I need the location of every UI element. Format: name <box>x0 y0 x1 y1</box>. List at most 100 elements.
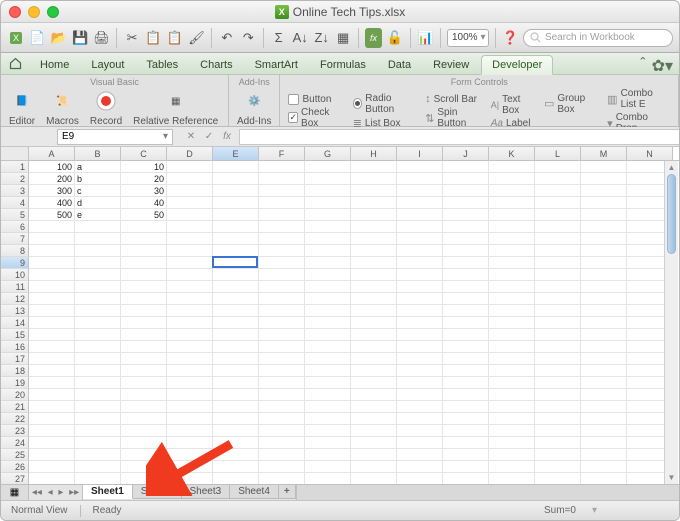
row-header-24[interactable]: 24 <box>1 437 29 449</box>
fc-check-box[interactable]: ✓Check Box <box>284 107 345 129</box>
cell[interactable] <box>397 233 443 245</box>
cell[interactable] <box>535 377 581 389</box>
cell[interactable] <box>581 377 627 389</box>
row-header-25[interactable]: 25 <box>1 449 29 461</box>
cell[interactable] <box>443 245 489 257</box>
fx-button[interactable]: fx <box>219 129 235 145</box>
cell[interactable] <box>305 305 351 317</box>
cell[interactable] <box>121 233 167 245</box>
cell[interactable] <box>535 209 581 221</box>
cell[interactable] <box>259 329 305 341</box>
cell[interactable] <box>535 281 581 293</box>
scroll-up-button[interactable]: ▲ <box>665 161 678 174</box>
cell[interactable] <box>121 257 167 269</box>
cell[interactable] <box>167 257 213 269</box>
cell[interactable] <box>259 245 305 257</box>
cell[interactable] <box>535 317 581 329</box>
cell[interactable] <box>581 293 627 305</box>
cell[interactable] <box>75 293 121 305</box>
cell[interactable] <box>581 161 627 173</box>
cell[interactable] <box>213 401 259 413</box>
cell[interactable] <box>305 437 351 449</box>
sheet-tab-sheet4[interactable]: Sheet4 <box>230 485 279 499</box>
cell[interactable] <box>489 389 535 401</box>
cell[interactable] <box>443 353 489 365</box>
cell[interactable] <box>121 461 167 473</box>
paste-button[interactable]: 📋 <box>166 28 183 48</box>
cell[interactable] <box>305 353 351 365</box>
cell[interactable] <box>351 377 397 389</box>
cell[interactable] <box>305 185 351 197</box>
spreadsheet-grid[interactable]: ABCDEFGHIJKLMN 1100a102200b203300c304400… <box>1 147 679 484</box>
cell[interactable] <box>305 221 351 233</box>
cell[interactable] <box>351 197 397 209</box>
cell[interactable] <box>121 329 167 341</box>
cell[interactable] <box>305 209 351 221</box>
cell[interactable] <box>351 293 397 305</box>
cell[interactable] <box>75 353 121 365</box>
cell[interactable] <box>167 413 213 425</box>
cell[interactable] <box>259 293 305 305</box>
cell[interactable] <box>259 449 305 461</box>
cell[interactable] <box>351 257 397 269</box>
cell[interactable] <box>29 293 75 305</box>
cell[interactable] <box>167 437 213 449</box>
row-header-20[interactable]: 20 <box>1 389 29 401</box>
cell[interactable] <box>213 293 259 305</box>
cell[interactable] <box>489 353 535 365</box>
cell[interactable] <box>443 389 489 401</box>
cell[interactable] <box>121 281 167 293</box>
cell[interactable]: 50 <box>121 209 167 221</box>
fx-insert-button[interactable]: fx <box>365 28 382 48</box>
cell[interactable] <box>259 437 305 449</box>
cell[interactable] <box>489 257 535 269</box>
cell[interactable] <box>75 221 121 233</box>
cell[interactable] <box>535 413 581 425</box>
cell[interactable] <box>397 173 443 185</box>
name-box[interactable]: E9▾ <box>57 129 173 145</box>
cell[interactable] <box>305 281 351 293</box>
cell[interactable] <box>259 377 305 389</box>
cell[interactable] <box>259 389 305 401</box>
cell[interactable] <box>397 185 443 197</box>
row-header-1[interactable]: 1 <box>1 161 29 173</box>
cell[interactable] <box>29 257 75 269</box>
row-header-5[interactable]: 5 <box>1 209 29 221</box>
cell[interactable] <box>213 353 259 365</box>
vb-macros-button[interactable]: 📜Macros <box>42 88 83 127</box>
chart-button[interactable]: 📊 <box>417 28 434 48</box>
cell[interactable] <box>581 353 627 365</box>
cell[interactable] <box>351 173 397 185</box>
cell[interactable]: 300 <box>29 185 75 197</box>
cell[interactable] <box>213 257 259 269</box>
cell[interactable] <box>443 173 489 185</box>
tab-formulas[interactable]: Formulas <box>310 56 376 74</box>
sheet-view-toggle[interactable]: ▦ <box>1 485 29 500</box>
cell[interactable] <box>305 329 351 341</box>
vb-relative-reference-button[interactable]: ▦Relative Reference <box>129 88 222 127</box>
cell[interactable] <box>167 221 213 233</box>
ribbon-options-icon[interactable]: ✿▾ <box>652 56 673 76</box>
cell[interactable] <box>259 461 305 473</box>
cell[interactable] <box>351 209 397 221</box>
cell[interactable] <box>213 329 259 341</box>
cell[interactable] <box>581 245 627 257</box>
cell[interactable] <box>121 437 167 449</box>
ribbon-collapse-icon[interactable]: ˆ <box>640 56 645 76</box>
cell[interactable] <box>259 209 305 221</box>
cell[interactable] <box>121 305 167 317</box>
cell[interactable]: b <box>75 173 121 185</box>
cell[interactable] <box>535 293 581 305</box>
cell[interactable] <box>213 221 259 233</box>
row-header-16[interactable]: 16 <box>1 341 29 353</box>
cell[interactable] <box>259 401 305 413</box>
cell[interactable] <box>443 413 489 425</box>
cell[interactable] <box>397 377 443 389</box>
column-header-B[interactable]: B <box>75 147 121 160</box>
cell[interactable] <box>29 317 75 329</box>
cell[interactable] <box>535 365 581 377</box>
cell[interactable] <box>443 317 489 329</box>
cell[interactable] <box>397 473 443 484</box>
cell[interactable] <box>535 353 581 365</box>
cell[interactable] <box>489 245 535 257</box>
